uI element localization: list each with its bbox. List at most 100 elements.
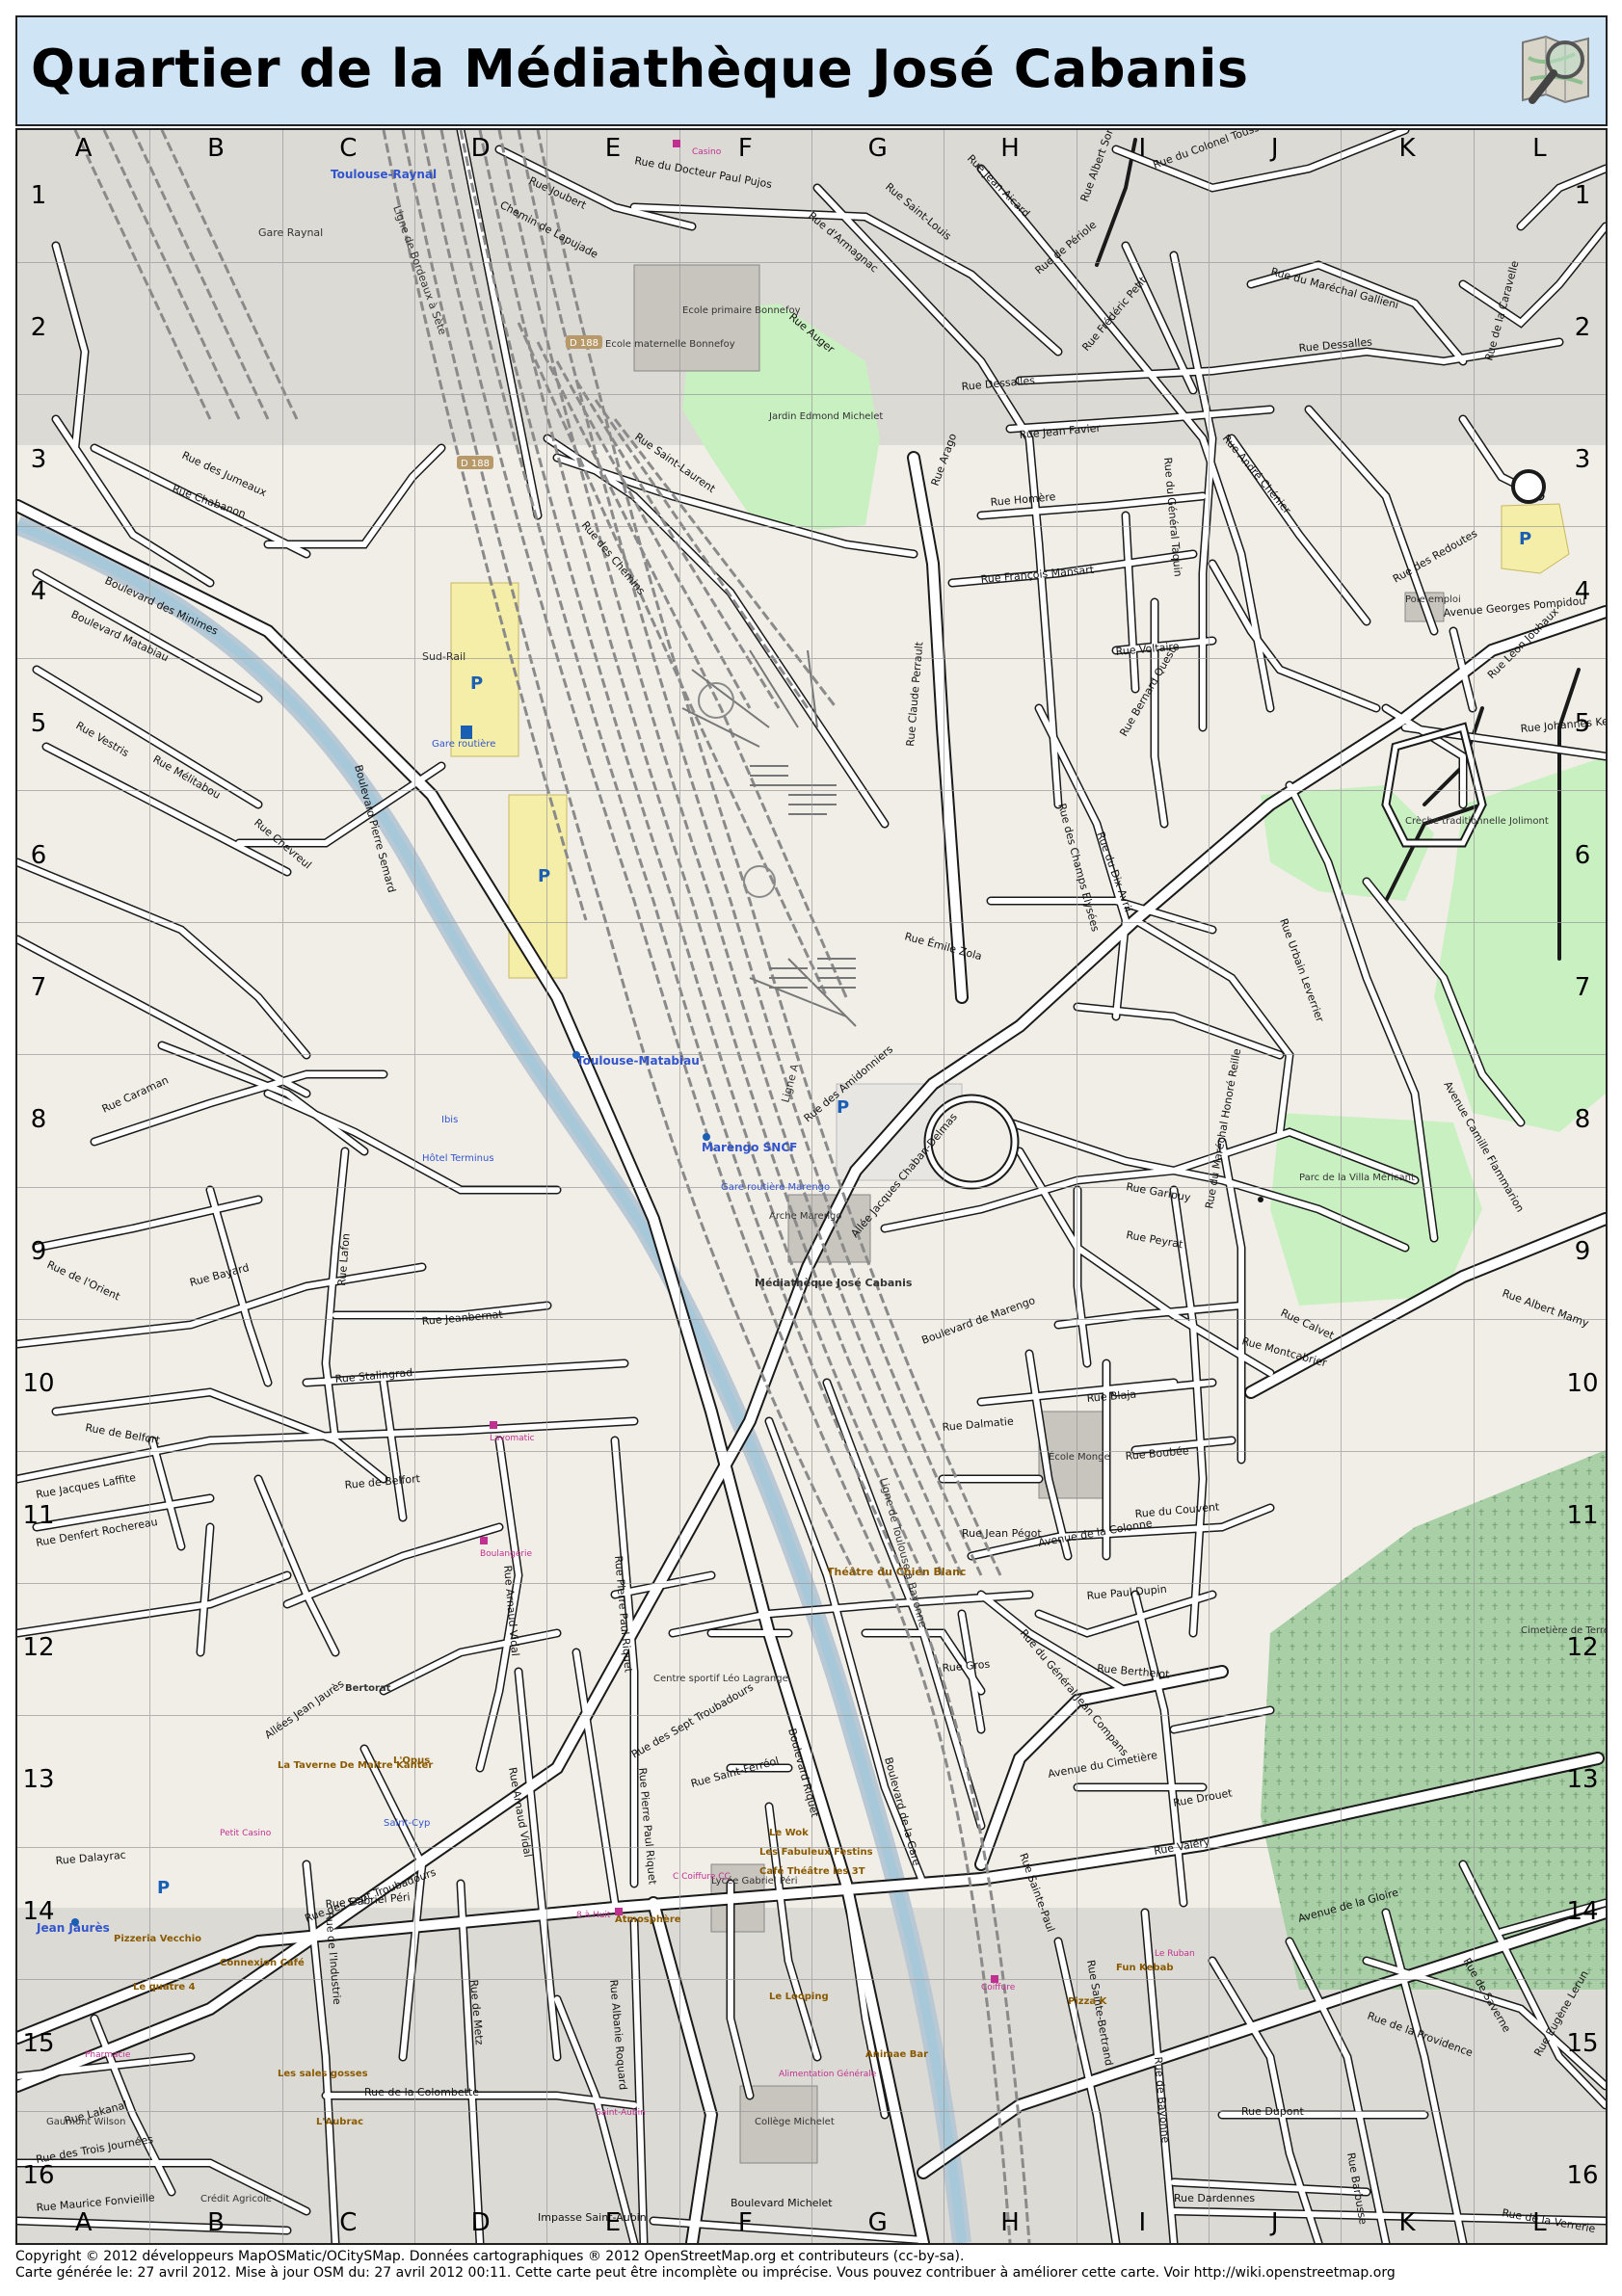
grid-row-label: 6	[30, 840, 47, 870]
shop-label: Boulangerie	[480, 1549, 533, 1559]
street-label: Rue Dardennes	[1174, 2192, 1255, 2204]
road-ref-label: D 188	[461, 459, 490, 469]
grid-row-label: 1	[30, 180, 47, 210]
grid-column-label: L	[1532, 2208, 1547, 2237]
shop-label: C Coiffure CC	[673, 1872, 731, 1882]
grid-row-label: 12	[22, 1633, 55, 1663]
cinema-label: Gaumont Wilson	[46, 2117, 125, 2127]
grid-row-label: 1	[1574, 180, 1591, 210]
grid-row-label: 9	[30, 1237, 47, 1267]
shop-icon	[673, 140, 680, 147]
grid-column-label: J	[1270, 134, 1279, 163]
restaurant-label: Les sales gosses	[278, 2069, 368, 2079]
hotel-label: Hôtel Terminus	[422, 1152, 494, 1164]
grid-column-label: K	[1398, 2208, 1416, 2237]
grid-column-label: L	[1532, 134, 1547, 163]
parking-icon: P	[470, 673, 483, 694]
street-label: Rue Dupont	[1241, 2105, 1305, 2118]
school-label: École Monge	[1049, 1450, 1110, 1463]
restaurant-label: Atmosphère	[615, 1913, 681, 1925]
grid-row-label: 10	[22, 1369, 55, 1399]
grid-row-label: 16	[22, 2161, 55, 2191]
grid-column-label: B	[207, 2208, 225, 2237]
grid-column-label: I	[1138, 134, 1147, 163]
bus-station-icon	[461, 726, 472, 739]
grid-row-label: 2	[30, 312, 47, 342]
map-area[interactable]: Rue du Docteur Paul Pujos Rue Joubert Ch…	[15, 128, 1608, 2245]
grid-column-label: G	[867, 134, 888, 163]
metro-icon	[71, 1918, 79, 1926]
metro-icon	[703, 1133, 710, 1141]
street-label: Rue de la Colombette	[364, 2086, 479, 2098]
grid-column-label: B	[207, 134, 225, 163]
parking-icon: P	[1519, 529, 1531, 549]
grid-column-label: J	[1270, 2208, 1279, 2237]
grid-row-label: 13	[22, 1765, 55, 1795]
roundabout-raynal	[1511, 469, 1546, 504]
parking-icon: P	[157, 1878, 170, 1898]
place-label: Gare Raynal	[258, 226, 323, 239]
grid-row-label: 11	[1566, 1501, 1599, 1531]
grid-column-label: E	[604, 134, 622, 163]
grid-column-label: H	[1000, 134, 1020, 163]
shop-label: Saint-Aubin	[596, 2108, 646, 2118]
school-label: Collège Michelet	[755, 2116, 835, 2127]
restaurant-label: Fun Kebab	[1116, 1963, 1173, 1973]
school-label: Ecole primaire Bonnefoy	[682, 305, 801, 316]
park-label: Parc de la Villa Méricant	[1299, 1172, 1415, 1183]
grid-row-label: 4	[30, 576, 47, 606]
restaurant-label: L'Opus	[393, 1755, 430, 1766]
shop-icon	[991, 1975, 998, 1983]
grid-row-label: 3	[1574, 444, 1591, 474]
theatre-label: Café Théâtre les 3T	[759, 1865, 865, 1877]
grid-column-label: C	[339, 2208, 358, 2237]
parking-matabiau-2	[508, 794, 568, 979]
grid-row-label: 6	[1574, 840, 1591, 870]
grid-row-label: 16	[1566, 2161, 1599, 2191]
restaurant-label: Le Looping	[769, 1992, 829, 2002]
place-label: Pole emploi	[1405, 594, 1461, 605]
grid-row-label: 14	[1566, 1897, 1599, 1927]
shop-icon	[490, 1421, 497, 1429]
grid-row-label: 7	[30, 972, 47, 1002]
grid-column-label: A	[74, 134, 93, 163]
road-ref-label: D 188	[570, 338, 598, 349]
grid-column-label: F	[737, 134, 753, 163]
restaurant-label: Le quatre 4	[133, 1982, 196, 1993]
place-of-worship-icon	[1258, 1197, 1263, 1202]
grid-row-label: 15	[1566, 2029, 1599, 2059]
grid-row-label: 11	[22, 1501, 55, 1531]
park-label: Jardin Edmond Michelet	[768, 411, 883, 422]
restaurant-label: L'Aubrac	[316, 2117, 363, 2127]
grid-row-label: 8	[30, 1104, 47, 1134]
grid-column-label: H	[1000, 2208, 1020, 2237]
copyright-line: Copyright © 2012 développeurs MapOSMatic…	[15, 2249, 965, 2264]
shop-label: 8 à Huit	[576, 1911, 611, 1920]
restaurant-label: Le Wok	[769, 1828, 809, 1838]
restaurant-label: Animae Bar	[865, 2049, 928, 2060]
parking-icon: P	[538, 866, 550, 886]
grid-column-label: F	[737, 2208, 753, 2237]
grid-column-label: K	[1398, 134, 1416, 163]
shop-label: Pharmacie	[85, 2050, 131, 2060]
grid-row-label: 4	[1574, 576, 1591, 606]
place-label: Centre sportif Léo Lagrange	[653, 1673, 788, 1684]
grid-row-label: 3	[30, 444, 47, 474]
generation-line: Carte générée le: 27 avril 2012. Mise à …	[15, 2265, 1396, 2281]
grid-row-label: 5	[1574, 708, 1591, 738]
map-magnifier-icon	[1522, 35, 1589, 104]
grid-column-label: C	[339, 134, 358, 163]
theatre-label: Théâtre du Chien Blanc	[827, 1566, 966, 1578]
parking-icon: P	[837, 1097, 849, 1118]
shop-icon	[480, 1537, 488, 1544]
street-label: Rue Jean Pégot	[962, 1527, 1042, 1540]
shop-label: Le Ruban	[1155, 1949, 1195, 1959]
station-label: Toulouse-Raynal	[331, 168, 437, 181]
grid-row-label: 2	[1574, 312, 1591, 342]
place-label: Crèche traditionnelle Jolimont	[1405, 815, 1549, 827]
bank-label: Crédit Agricole	[200, 2193, 272, 2204]
building-ecole-bonnefoy	[633, 264, 760, 372]
grid-column-label: A	[74, 2208, 93, 2237]
grid-column-label: D	[470, 134, 491, 163]
street-map[interactable]: Rue du Docteur Paul Pujos Rue Joubert Ch…	[17, 130, 1606, 2243]
